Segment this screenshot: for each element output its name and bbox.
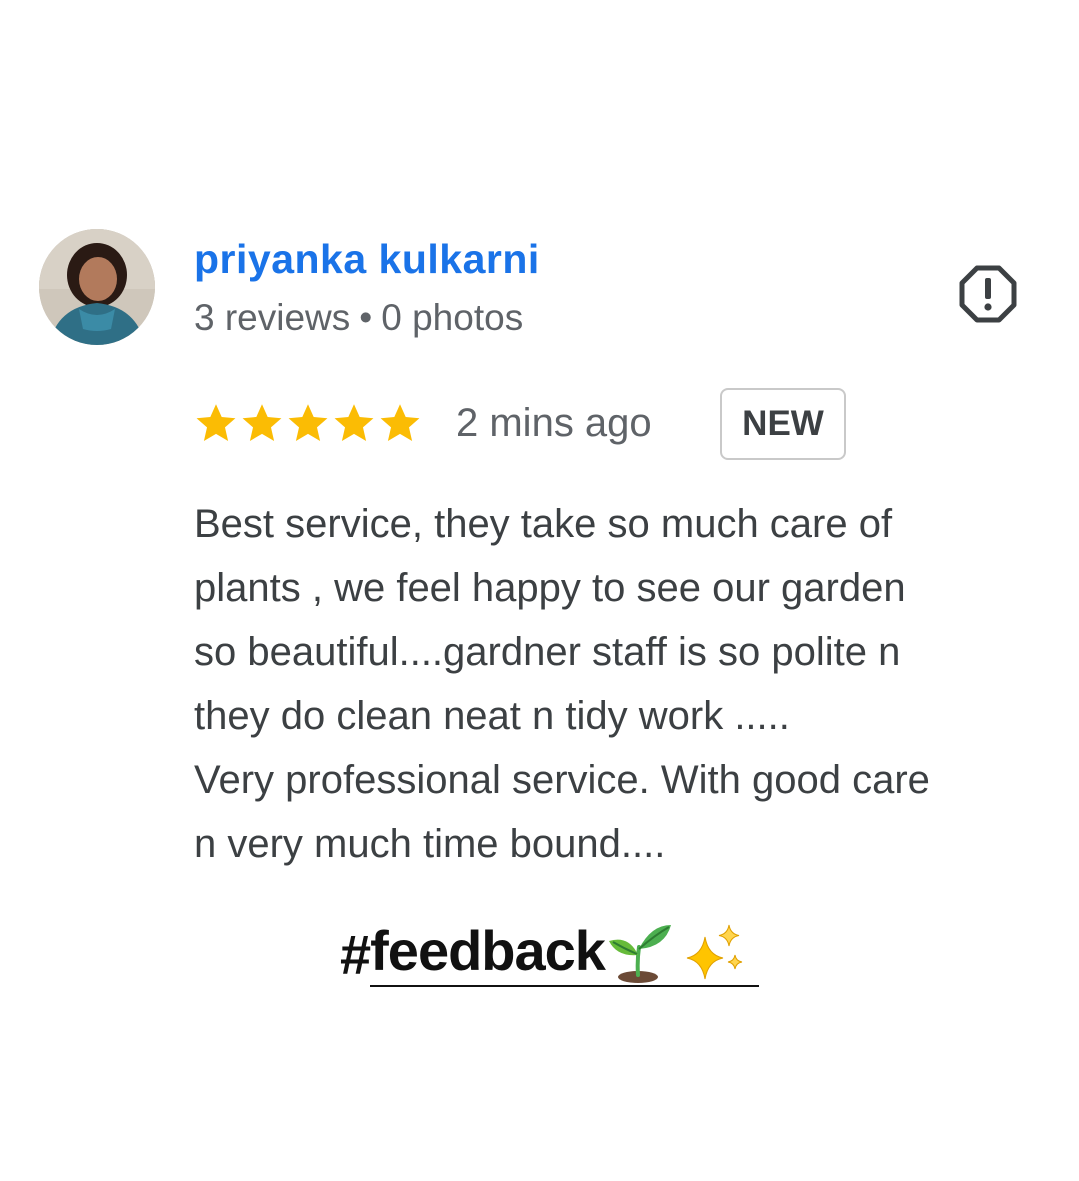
star-rating bbox=[194, 401, 422, 447]
hashtag-underline-group: feedback bbox=[370, 918, 759, 987]
star-icon bbox=[288, 404, 328, 441]
review-text-line: n very much time bound.... bbox=[194, 822, 666, 866]
photos-count: 0 photos bbox=[381, 297, 524, 338]
star-icon bbox=[334, 404, 374, 441]
star-icon bbox=[242, 404, 282, 441]
avatar[interactable] bbox=[39, 229, 155, 345]
reviewer-meta: 3 reviews • 0 photos bbox=[194, 297, 523, 339]
reviewer-name[interactable]: priyanka kulkarni bbox=[194, 236, 540, 283]
reviews-count: 3 reviews bbox=[194, 297, 351, 338]
report-icon[interactable] bbox=[958, 264, 1018, 324]
star-icon bbox=[380, 404, 420, 441]
hashtag-word: feedback bbox=[370, 919, 606, 982]
review-time: 2 mins ago bbox=[456, 401, 652, 445]
separator-dot: • bbox=[359, 297, 373, 338]
review-text-line: so beautiful....gardner staff is so poli… bbox=[194, 630, 901, 674]
review-text-line: Best service, they take so much care of bbox=[194, 502, 893, 546]
sparkles-icon bbox=[686, 924, 743, 980]
review-text-line: Very professional service. With good car… bbox=[194, 758, 930, 802]
review-text-line: plants , we feel happy to see our garden bbox=[194, 566, 906, 610]
review-text-line: they do clean neat n tidy work ..... bbox=[194, 694, 790, 738]
seedling-icon bbox=[608, 925, 671, 983]
new-badge: NEW bbox=[720, 388, 846, 460]
star-icon bbox=[196, 404, 236, 441]
hashtag-symbol: # bbox=[340, 923, 371, 986]
hashtag-feedback: # feedback bbox=[340, 918, 759, 987]
review-text: Best service, they take so much care of p… bbox=[194, 492, 1054, 876]
